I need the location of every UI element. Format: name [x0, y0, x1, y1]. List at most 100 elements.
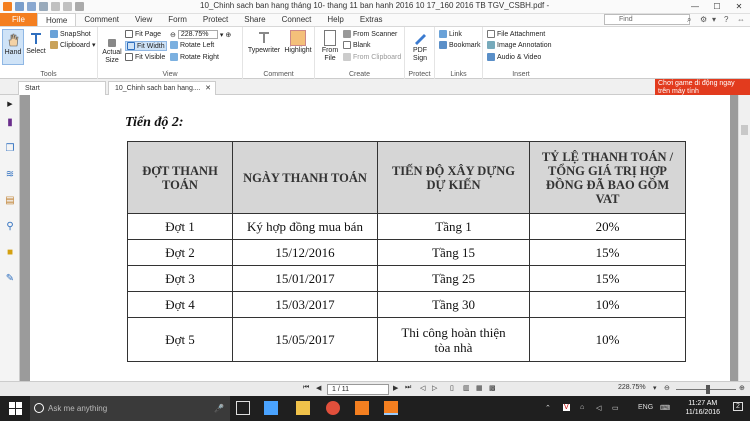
redo-icon[interactable] — [63, 2, 72, 11]
tray-up-icon[interactable]: ⌃ — [545, 404, 551, 412]
zoom-out-icon[interactable]: ⊖ — [664, 384, 670, 392]
start-button[interactable] — [0, 396, 30, 421]
hand-button[interactable]: Hand — [2, 29, 24, 65]
link-button[interactable]: Link — [439, 30, 462, 38]
file-explorer-icon[interactable] — [296, 401, 310, 415]
edge-icon[interactable] — [264, 401, 278, 415]
zoom-dropdown-icon[interactable]: ▾ — [653, 384, 657, 392]
page-number-field[interactable]: 1 / 11 — [327, 384, 389, 395]
customize-icon[interactable] — [75, 2, 84, 11]
zoom-level-label[interactable]: 228.75% — [618, 384, 646, 391]
tab-view[interactable]: View — [127, 13, 160, 26]
fit-width-button[interactable]: Fit Width — [125, 41, 167, 51]
layers-icon[interactable]: ≋ — [4, 169, 16, 181]
panel-expand-icon[interactable]: ▶ — [4, 99, 16, 111]
rotate-right-button[interactable]: Rotate Right — [170, 53, 219, 61]
actual-size-button[interactable]: Actual Size — [102, 39, 122, 65]
file-menu[interactable]: File — [0, 13, 37, 26]
image-annotation-button[interactable]: Image Annotation — [487, 41, 552, 49]
clock[interactable]: 11:27 AM 11/16/2016 — [685, 399, 720, 417]
chevron-down-icon[interactable]: ▾ — [712, 15, 716, 24]
from-clipboard-button[interactable]: From Clipboard — [343, 53, 401, 61]
tab-extras[interactable]: Extras — [352, 13, 391, 26]
find-input[interactable]: Find — [604, 14, 690, 25]
language-indicator[interactable]: ENG — [638, 404, 653, 411]
keyboard-icon[interactable]: ⌨ — [660, 404, 670, 412]
security-lock-icon[interactable]: ■ — [4, 247, 16, 259]
tab-comment[interactable]: Comment — [76, 13, 127, 26]
tab-home[interactable]: Home — [37, 13, 77, 26]
forward-icon[interactable]: ▷ — [432, 384, 437, 392]
zoom-field[interactable]: 228.75% — [177, 30, 218, 39]
fit-page-button[interactable]: Fit Page — [125, 30, 161, 38]
microphone-icon[interactable]: 🎤 — [214, 396, 224, 421]
help-icon[interactable]: ? — [724, 15, 728, 24]
last-page-icon[interactable]: ⏭ — [405, 384, 411, 392]
next-page-icon[interactable]: ▶ — [393, 384, 398, 392]
zoom-in-icon[interactable]: ⊕ — [225, 31, 231, 39]
from-file-button[interactable]: From File — [319, 30, 341, 63]
zoom-in-icon[interactable]: ⊕ — [739, 384, 745, 392]
single-page-icon[interactable]: ▯ — [450, 384, 454, 392]
pages-icon[interactable]: ▮ — [4, 117, 16, 129]
first-page-icon[interactable]: ⏮ — [303, 384, 309, 392]
v-tray-icon[interactable]: V — [563, 404, 570, 411]
network-icon[interactable]: ⌂ — [580, 404, 584, 411]
expand-icon[interactable]: ⇔ — [737, 15, 745, 24]
cortana-search[interactable]: Ask me anything 🎤 — [30, 396, 230, 421]
tab-form[interactable]: Form — [160, 13, 195, 26]
file-attachment-button[interactable]: File Attachment — [487, 30, 545, 38]
settings-icon[interactable]: ⚙ — [700, 15, 707, 24]
back-icon[interactable]: ◁ — [420, 384, 425, 392]
zoom-slider-handle[interactable] — [706, 385, 710, 394]
zoom-slider[interactable] — [676, 385, 736, 394]
vertical-scrollbar[interactable] — [738, 95, 750, 381]
zoom-out-icon[interactable]: ⊖ — [170, 31, 176, 39]
notifications-icon[interactable]: 2 — [733, 402, 743, 411]
from-scanner-button[interactable]: From Scanner — [343, 30, 397, 38]
tab-help[interactable]: Help — [319, 13, 351, 26]
pdf-sign-button[interactable]: PDF Sign — [408, 30, 432, 63]
foxit-taskbar-icon[interactable] — [355, 401, 369, 415]
document-viewer[interactable]: Tiến độ 2: ĐỢT THANH TOÁN NGÀY THANH TOÁ… — [20, 95, 738, 381]
blank-button[interactable]: Blank — [343, 41, 371, 49]
close-tab-icon[interactable]: ✕ — [205, 82, 211, 95]
select-button[interactable]: Select — [26, 29, 46, 65]
chrome-icon[interactable] — [326, 401, 340, 415]
document-tab[interactable]: 10_Chinh sach ban hang.... ✕ — [108, 81, 216, 95]
rotate-left-button[interactable]: Rotate Left — [170, 41, 214, 49]
print-icon[interactable] — [39, 2, 48, 11]
continuous-page-icon[interactable]: ▥ — [463, 384, 470, 392]
bookmarks-icon[interactable]: ❐ — [4, 143, 16, 155]
tab-connect[interactable]: Connect — [274, 13, 320, 26]
continuous-facing-icon[interactable]: ▩ — [489, 384, 496, 392]
attachments-icon[interactable]: ⚲ — [4, 221, 16, 233]
close-button[interactable]: ✕ — [728, 0, 750, 14]
save-icon[interactable] — [27, 2, 36, 11]
open-icon[interactable] — [15, 2, 24, 11]
snapshot-button[interactable]: SnapShot — [50, 30, 91, 38]
audio-video-button[interactable]: Audio & Video — [487, 53, 541, 61]
typewriter-button[interactable]: Typewriter — [247, 30, 281, 55]
undo-icon[interactable] — [51, 2, 60, 11]
previous-page-icon[interactable]: ◀ — [316, 384, 321, 392]
foxit-active-taskbar-icon[interactable] — [384, 401, 398, 415]
search-icon[interactable]: ⌕ — [687, 15, 691, 25]
fit-visible-button[interactable]: Fit Visible — [125, 53, 165, 61]
task-view-icon[interactable] — [236, 401, 250, 415]
tab-share[interactable]: Share — [236, 13, 273, 26]
tab-protect[interactable]: Protect — [195, 13, 236, 26]
facing-page-icon[interactable]: ▦ — [476, 384, 483, 392]
battery-icon[interactable]: ▭ — [612, 404, 619, 412]
clipboard-button[interactable]: Clipboard ▾ — [50, 41, 95, 49]
scroll-thumb[interactable] — [741, 125, 748, 135]
signature-icon[interactable]: ✎ — [4, 273, 16, 285]
minimize-button[interactable]: — — [684, 0, 706, 14]
start-tab[interactable]: Start — [18, 81, 106, 95]
comments-icon[interactable]: ▤ — [4, 195, 16, 207]
volume-icon[interactable]: ◁ — [596, 404, 601, 412]
bookmark-button[interactable]: Bookmark — [439, 41, 481, 49]
highlight-button[interactable]: Highlight — [283, 30, 313, 55]
maximize-button[interactable]: ☐ — [706, 0, 728, 14]
zoom-control[interactable]: ⊖ 228.75% ▾ ⊕ — [170, 30, 231, 39]
